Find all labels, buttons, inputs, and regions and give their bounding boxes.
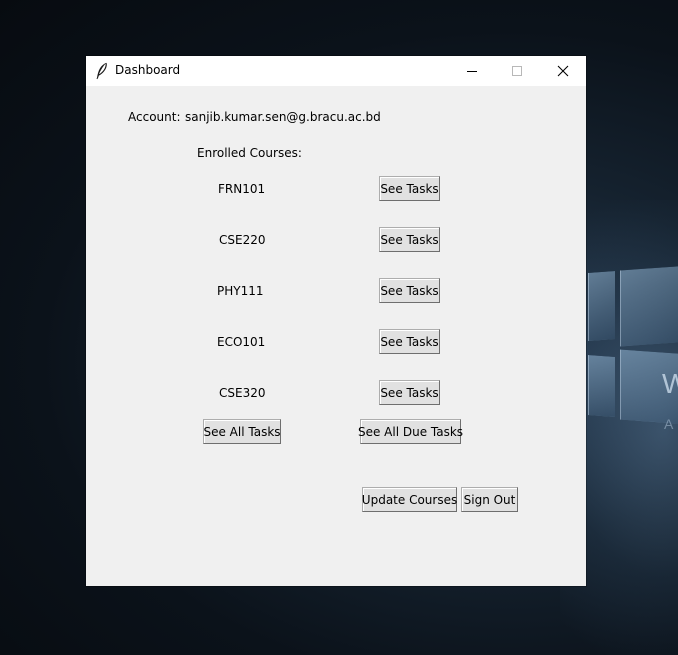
title-bar[interactable]: Dashboard <box>86 56 586 86</box>
course-code: ECO101 <box>217 335 266 349</box>
see-all-tasks-button[interactable]: See All Tasks <box>203 419 281 444</box>
enrolled-courses-heading: Enrolled Courses: <box>197 146 302 160</box>
maximize-icon <box>512 66 522 76</box>
window-title: Dashboard <box>115 63 181 77</box>
course-code: FRN101 <box>218 182 266 196</box>
see-tasks-button[interactable]: See Tasks <box>379 176 440 201</box>
dashboard-window: Dashboard Account: sanjib.kumar.sen@g.br… <box>86 56 586 586</box>
close-icon <box>557 65 569 77</box>
see-tasks-button[interactable]: See Tasks <box>379 278 440 303</box>
maximize-button[interactable] <box>494 56 540 86</box>
see-tasks-button[interactable]: See Tasks <box>379 227 440 252</box>
wallpaper-subtext: A <box>664 416 674 432</box>
wallpaper-pane <box>588 271 615 341</box>
sign-out-button[interactable]: Sign Out <box>461 487 518 512</box>
account-email: sanjib.kumar.sen@g.bracu.ac.bd <box>185 110 381 124</box>
minimize-icon <box>467 71 477 72</box>
account-label: Account: <box>128 110 181 124</box>
course-code: CSE220 <box>219 233 266 247</box>
course-code: PHY111 <box>217 284 264 298</box>
see-tasks-button[interactable]: See Tasks <box>379 329 440 354</box>
wallpaper-text: W <box>662 368 678 399</box>
wallpaper-pane <box>620 265 678 347</box>
update-courses-button[interactable]: Update Courses <box>362 487 457 512</box>
close-button[interactable] <box>540 56 586 86</box>
minimize-button[interactable] <box>449 56 495 86</box>
course-code: CSE320 <box>219 386 266 400</box>
feather-icon <box>96 62 107 80</box>
see-tasks-button[interactable]: See Tasks <box>379 380 440 405</box>
wallpaper-pane <box>588 355 615 417</box>
see-all-due-tasks-button[interactable]: See All Due Tasks <box>358 419 463 444</box>
